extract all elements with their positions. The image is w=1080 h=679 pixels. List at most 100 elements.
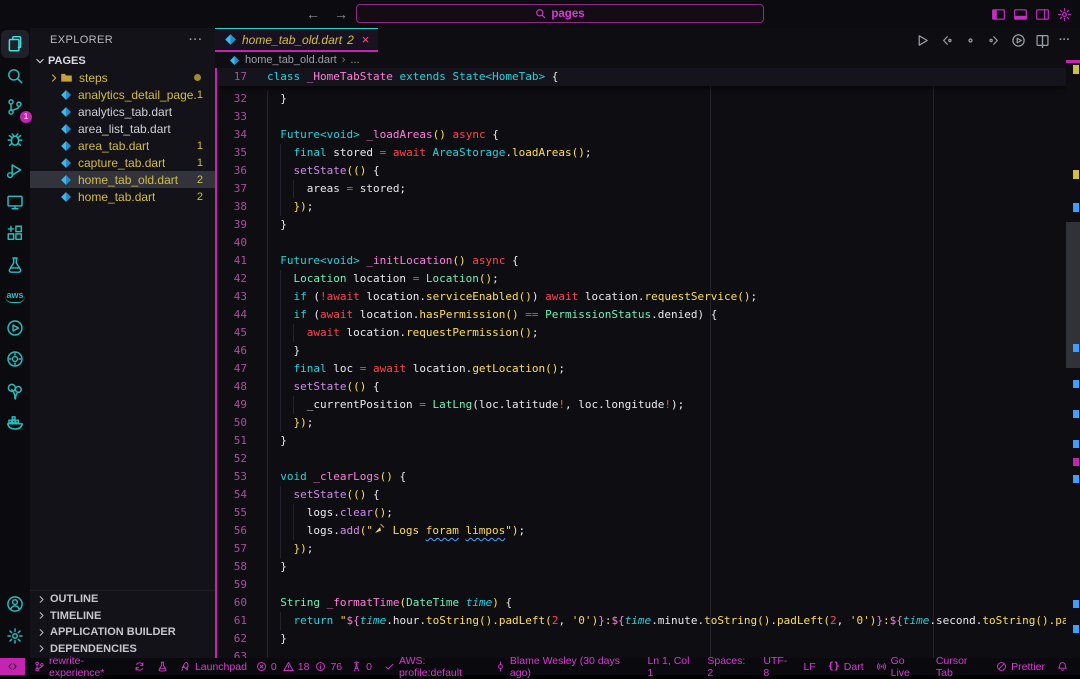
line-number[interactable]: 36 bbox=[217, 162, 247, 180]
section-outline[interactable]: OUTLINE bbox=[30, 591, 215, 608]
status-cursor-position[interactable]: Ln 1, Col 1 bbox=[641, 658, 701, 675]
status-language-mode[interactable]: {}Dart bbox=[822, 658, 870, 675]
code-line-46[interactable]: 46} bbox=[217, 342, 1066, 360]
line-number[interactable]: 50 bbox=[217, 414, 247, 432]
line-number[interactable]: 35 bbox=[217, 144, 247, 162]
line-number[interactable]: 57 bbox=[217, 540, 247, 558]
code-line-32[interactable]: 32} bbox=[217, 90, 1066, 108]
code-line-62[interactable]: 62} bbox=[217, 630, 1066, 648]
code-line-50[interactable]: 50}); bbox=[217, 414, 1066, 432]
code-line-45[interactable]: 45await location.requestPermission(); bbox=[217, 324, 1066, 342]
status-notifications[interactable] bbox=[1051, 658, 1074, 675]
activity-accounts[interactable] bbox=[1, 590, 29, 618]
line-number[interactable]: 42 bbox=[217, 270, 247, 288]
line-number[interactable]: 59 bbox=[217, 576, 247, 594]
line-number[interactable]: 45 bbox=[217, 324, 247, 342]
status-extension-flask[interactable] bbox=[151, 658, 174, 675]
line-number[interactable]: 60 bbox=[217, 594, 247, 612]
line-number[interactable]: 62 bbox=[217, 630, 247, 648]
tree-item-capture_tab.dart[interactable]: capture_tab.dart1 bbox=[30, 154, 215, 171]
code-line-55[interactable]: 55logs.clear(); bbox=[217, 504, 1066, 522]
status-git-branch[interactable]: rewrite-experience* bbox=[28, 658, 151, 675]
manage-layout[interactable] bbox=[1057, 7, 1072, 22]
status-eol[interactable]: LF bbox=[797, 658, 821, 675]
activity-testing[interactable] bbox=[1, 251, 29, 279]
line-number[interactable]: 55 bbox=[217, 504, 247, 522]
activity-gitlens-inspect[interactable] bbox=[1, 345, 29, 373]
activity-run-and-debug[interactable] bbox=[1, 125, 29, 153]
code-line-44[interactable]: 44if (await location.hasPermission() == … bbox=[217, 306, 1066, 324]
line-number[interactable]: 56 bbox=[217, 522, 247, 540]
line-number[interactable]: 34 bbox=[217, 126, 247, 144]
code-line-38[interactable]: 38}); bbox=[217, 198, 1066, 216]
nav-back-icon[interactable]: ← bbox=[306, 6, 320, 22]
code-line-40[interactable]: 40 bbox=[217, 234, 1066, 252]
code-line-43[interactable]: 43if (!await location.serviceEnabled()) … bbox=[217, 288, 1066, 306]
pages-section-header[interactable]: PAGES bbox=[30, 52, 215, 69]
status-ports[interactable]: 0 bbox=[345, 658, 378, 675]
toggle-primary-sidebar[interactable] bbox=[991, 7, 1006, 22]
code-line-47[interactable]: 47final loc = await location.getLocation… bbox=[217, 360, 1066, 378]
activity-project-manager[interactable] bbox=[1, 377, 29, 405]
code-line-51[interactable]: 51} bbox=[217, 432, 1066, 450]
line-number[interactable]: 63 bbox=[217, 648, 247, 658]
code-line-57[interactable]: 57}); bbox=[217, 540, 1066, 558]
status-problems-warnings[interactable]: 18 bbox=[280, 658, 313, 675]
code-line-34[interactable]: 34Future<void> _loadAreas() async { bbox=[217, 126, 1066, 144]
activity-explorer[interactable] bbox=[1, 30, 29, 58]
code-line-53[interactable]: 53void _clearLogs() { bbox=[217, 468, 1066, 486]
split-editor-button[interactable] bbox=[1035, 33, 1050, 48]
status-cursor-tab[interactable]: Cursor Tab bbox=[930, 658, 990, 675]
status-problems-errors[interactable]: 0 bbox=[253, 658, 280, 675]
prev-change-button[interactable] bbox=[939, 33, 954, 48]
run-or-debug-button[interactable] bbox=[1011, 33, 1026, 48]
line-number[interactable]: 51 bbox=[217, 432, 247, 450]
activity-run-tasks[interactable] bbox=[1, 156, 29, 184]
status-go-live[interactable]: Go Live bbox=[870, 658, 930, 675]
activity-source-control[interactable]: 1 bbox=[1, 93, 29, 121]
code-line-35[interactable]: 35final stored = await AreaStorage.loadA… bbox=[217, 144, 1066, 162]
line-number[interactable]: 37 bbox=[217, 180, 247, 198]
nav-forward-icon[interactable]: → bbox=[334, 6, 348, 22]
line-number[interactable]: 61 bbox=[217, 612, 247, 630]
code-line-56[interactable]: 56logs.add(" Logs foram limpos"); bbox=[217, 522, 1066, 540]
section-application-builder[interactable]: APPLICATION BUILDER bbox=[30, 624, 215, 641]
tree-item-area_list_tab.dart[interactable]: area_list_tab.dart bbox=[30, 120, 215, 137]
line-number[interactable]: 58 bbox=[217, 558, 247, 576]
activity-settings[interactable] bbox=[1, 622, 29, 650]
toggle-panel[interactable] bbox=[1013, 7, 1028, 22]
line-number[interactable]: 17 bbox=[217, 68, 247, 86]
code-line-17[interactable]: 17class _HomeTabState extends State<Home… bbox=[217, 68, 1066, 86]
activity-extensions[interactable] bbox=[1, 219, 29, 247]
code-line-52[interactable]: 52 bbox=[217, 450, 1066, 468]
status-remote-indicator[interactable] bbox=[0, 658, 25, 675]
line-number[interactable]: 54 bbox=[217, 486, 247, 504]
toggle-secondary-sidebar[interactable] bbox=[1035, 7, 1050, 22]
close-icon[interactable]: × bbox=[362, 32, 370, 47]
activity-gitlens[interactable] bbox=[1, 314, 29, 342]
run-button[interactable] bbox=[915, 33, 930, 48]
line-number[interactable]: 52 bbox=[217, 450, 247, 468]
activity-aws-toolkit[interactable]: aws bbox=[1, 282, 29, 310]
status-git-blame[interactable]: Blame Wesley (30 days ago) bbox=[489, 658, 642, 675]
code-line-37[interactable]: 37areas = stored; bbox=[217, 180, 1066, 198]
code-line-49[interactable]: 49_currentPosition = LatLng(loc.latitude… bbox=[217, 396, 1066, 414]
tree-item-area_tab.dart[interactable]: area_tab.dart1 bbox=[30, 137, 215, 154]
tree-item-home_tab.dart[interactable]: home_tab.dart2 bbox=[30, 188, 215, 205]
tree-item-analytics_tab.dart[interactable]: analytics_tab.dart bbox=[30, 103, 215, 120]
line-number[interactable]: 43 bbox=[217, 288, 247, 306]
line-number[interactable]: 33 bbox=[217, 108, 247, 126]
activity-search[interactable] bbox=[1, 62, 29, 90]
more-actions-icon[interactable]: ··· bbox=[189, 34, 203, 46]
code-line-61[interactable]: 61return "${time.hour.toString().padLeft… bbox=[217, 612, 1066, 630]
overview-ruler-scrollbar[interactable] bbox=[1066, 60, 1080, 658]
code-line-58[interactable]: 58} bbox=[217, 558, 1066, 576]
code-line-41[interactable]: 41Future<void> _initLocation() async { bbox=[217, 252, 1066, 270]
activity-docker[interactable] bbox=[1, 408, 29, 436]
status-encoding[interactable]: UTF-8 bbox=[757, 658, 797, 675]
tree-item-steps[interactable]: steps bbox=[30, 69, 215, 86]
code-line-42[interactable]: 42Location location = Location(); bbox=[217, 270, 1066, 288]
status-aws-profile[interactable]: AWS: profile:default bbox=[378, 658, 489, 675]
line-number[interactable]: 32 bbox=[217, 90, 247, 108]
line-number[interactable]: 40 bbox=[217, 234, 247, 252]
